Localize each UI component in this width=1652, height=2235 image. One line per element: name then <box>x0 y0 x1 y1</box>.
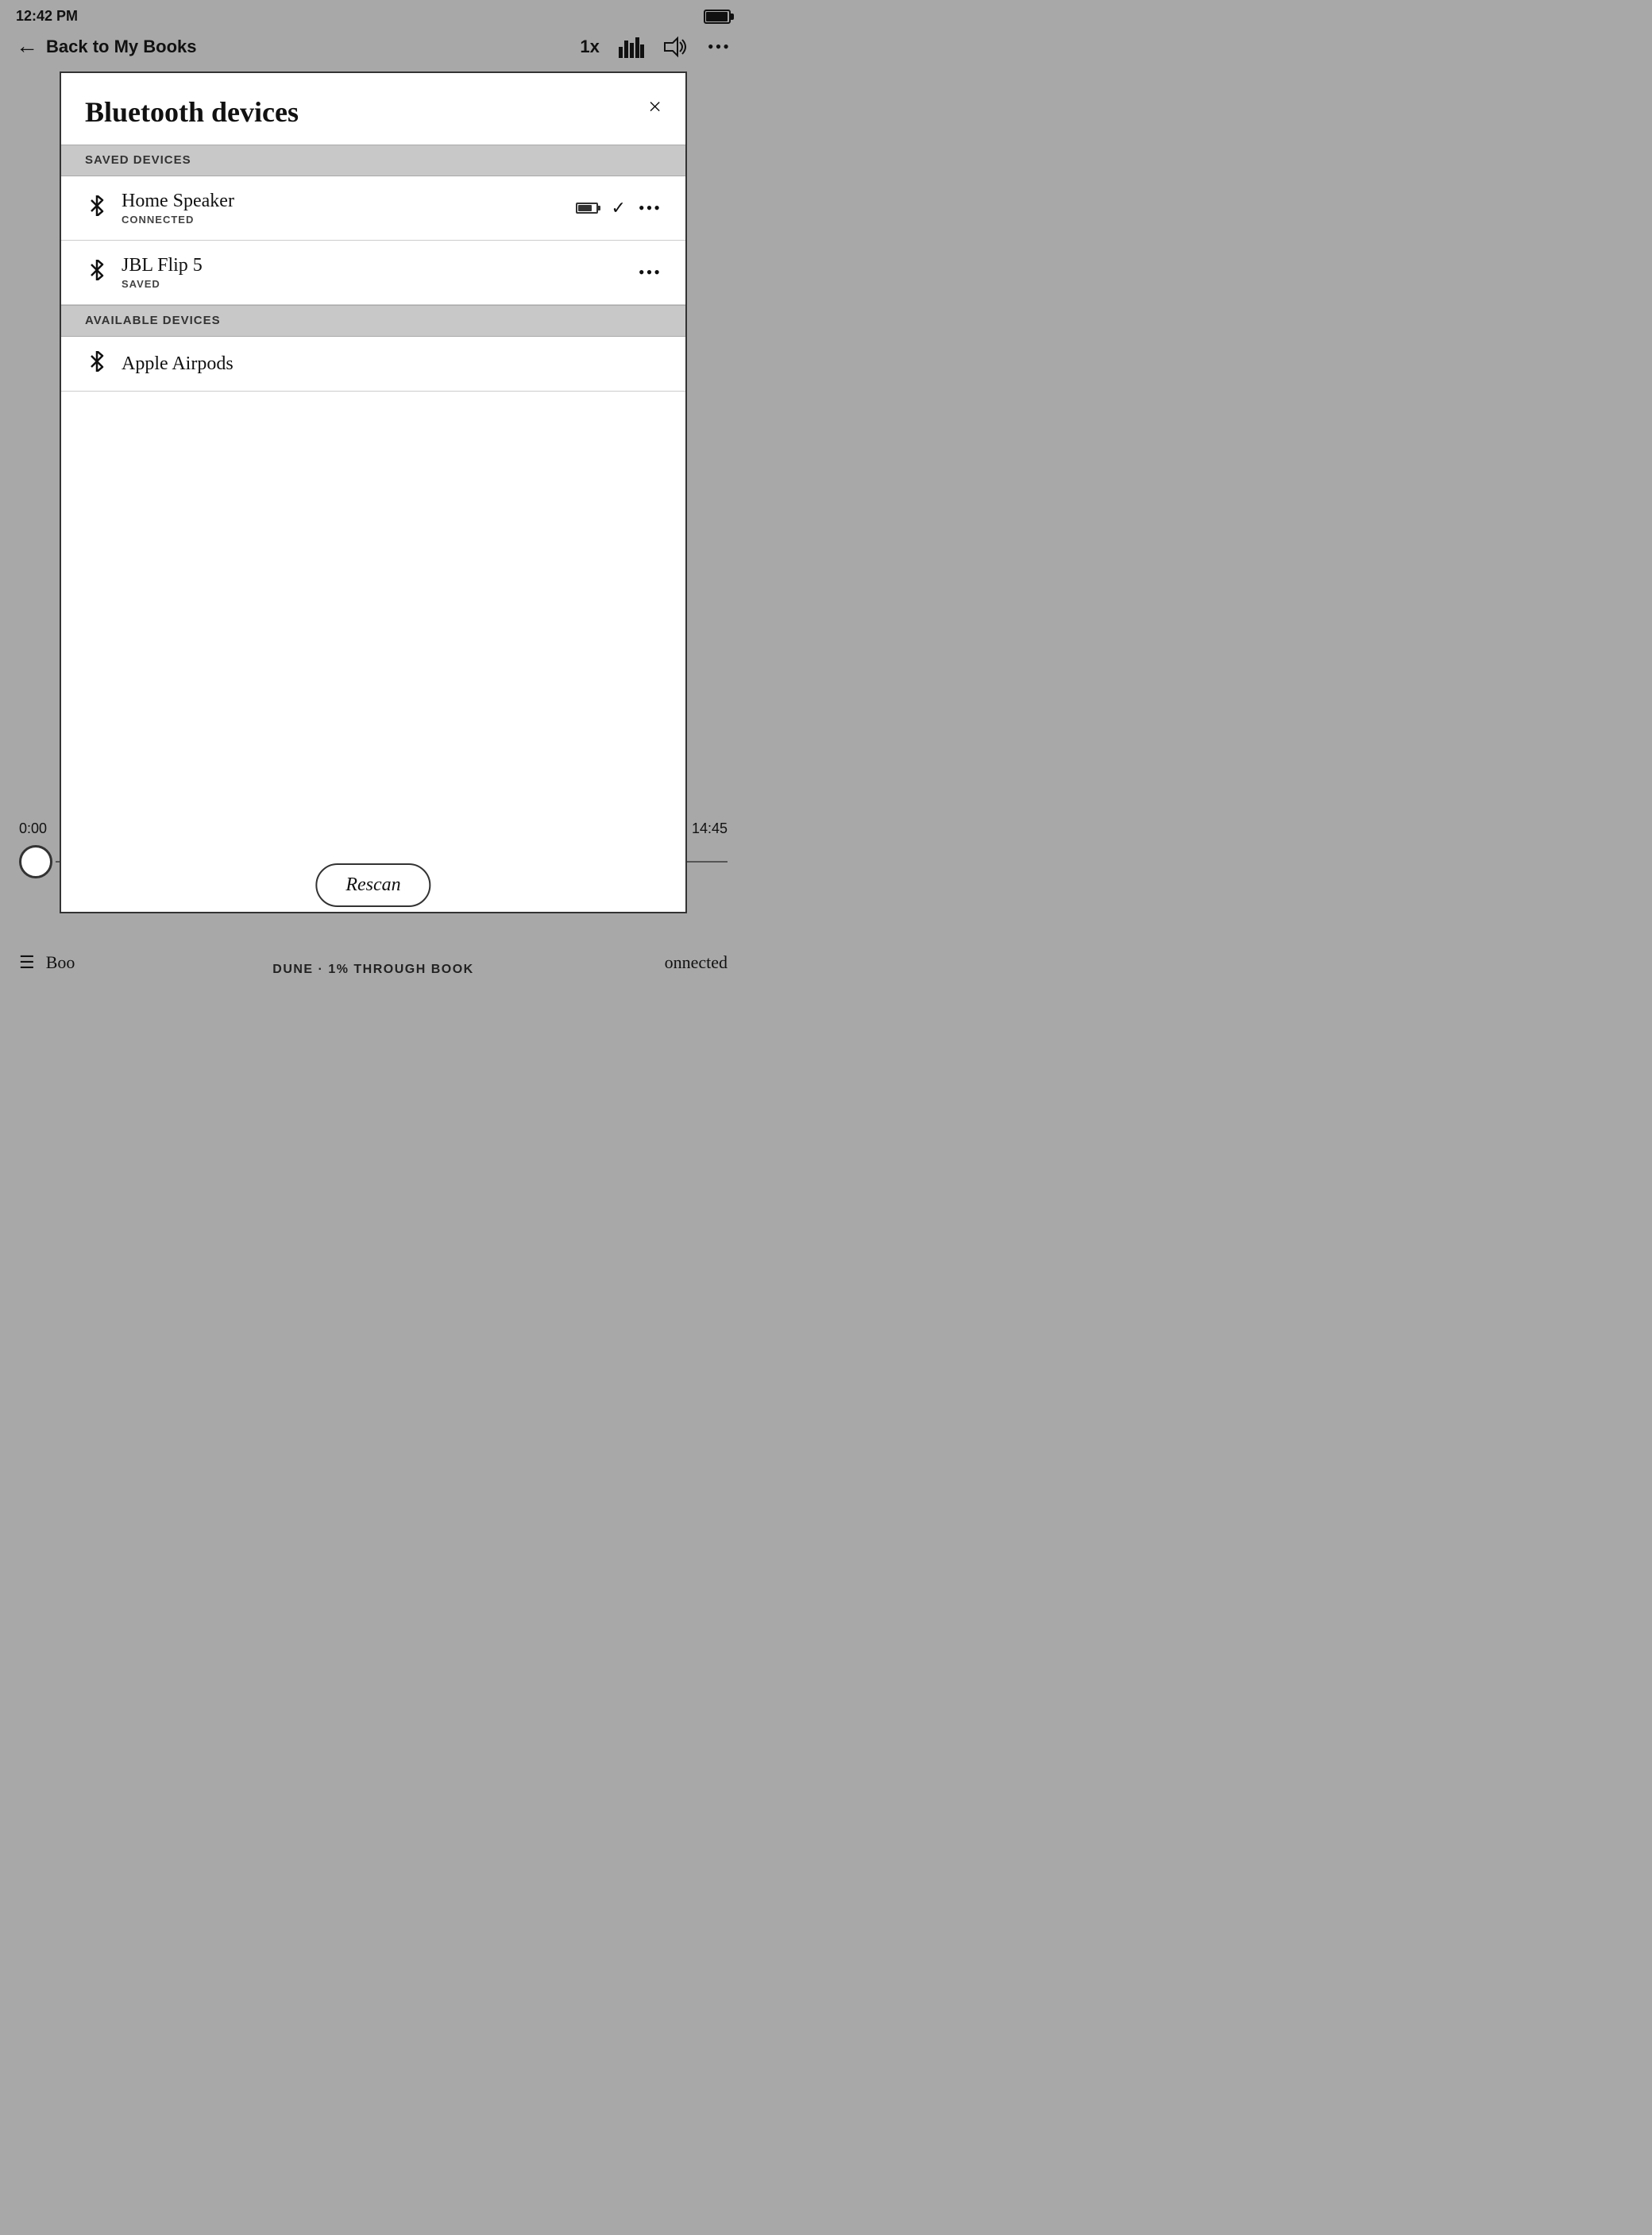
volume-icon[interactable] <box>663 36 689 58</box>
modal-close-button[interactable]: × <box>648 95 662 119</box>
scrubber-thumb[interactable] <box>19 845 52 878</box>
device-info-apple-airpods: Apple Airpods <box>122 353 662 375</box>
total-time: 14:45 <box>692 820 728 837</box>
device-item-apple-airpods[interactable]: Apple Airpods <box>61 337 685 392</box>
device-info-jbl-flip5: JBL Flip 5 SAVED <box>122 255 639 290</box>
nav-bar: ← Back to My Books 1x ••• <box>0 31 747 68</box>
available-devices-header: AVAILABLE DEVICES <box>61 305 685 337</box>
device-name-home-speaker: Home Speaker <box>122 191 576 212</box>
device-menu-jbl-flip5[interactable]: ••• <box>639 262 662 283</box>
saved-devices-header: SAVED DEVICES <box>61 145 685 176</box>
device-actions-home-speaker: ✓ ••• <box>576 198 662 218</box>
status-time: 12:42 PM <box>16 8 78 25</box>
device-status-home-speaker: CONNECTED <box>122 214 576 226</box>
playback-speed[interactable]: 1x <box>580 37 599 57</box>
bluetooth-icon-jbl-flip5 <box>85 260 109 285</box>
device-info-home-speaker: Home Speaker CONNECTED <box>122 191 576 226</box>
book-progress-text: DUNE · 1% THROUGH BOOK <box>272 963 473 976</box>
book-progress-bar: DUNE · 1% THROUGH BOOK <box>0 963 747 977</box>
device-item-jbl-flip5[interactable]: JBL Flip 5 SAVED ••• <box>61 241 685 305</box>
connected-check-home-speaker: ✓ <box>611 198 625 218</box>
device-name-jbl-flip5: JBL Flip 5 <box>122 255 639 276</box>
device-actions-jbl-flip5: ••• <box>639 262 662 283</box>
saved-devices-label: SAVED DEVICES <box>85 153 191 167</box>
device-status-jbl-flip5: SAVED <box>122 278 639 290</box>
modal-title: Bluetooth devices <box>85 95 299 129</box>
device-battery-home-speaker <box>576 203 598 214</box>
device-name-apple-airpods: Apple Airpods <box>122 353 662 375</box>
bluetooth-icon-home-speaker <box>85 195 109 221</box>
available-devices-label: AVAILABLE DEVICES <box>85 314 221 327</box>
status-bar: 12:42 PM <box>0 0 747 31</box>
device-item-home-speaker[interactable]: Home Speaker CONNECTED ✓ ••• <box>61 176 685 241</box>
back-button[interactable]: ← Back to My Books <box>16 36 580 58</box>
battery-icon <box>704 10 731 24</box>
bars-icon[interactable] <box>619 36 644 58</box>
rescan-button[interactable]: Rescan <box>315 863 430 907</box>
back-arrow-icon: ← <box>16 36 38 58</box>
back-label: Back to My Books <box>46 37 197 57</box>
modal-header: Bluetooth devices × <box>61 73 685 145</box>
bluetooth-icon-apple-airpods <box>85 351 109 376</box>
device-menu-home-speaker[interactable]: ••• <box>639 198 662 218</box>
more-options-icon[interactable]: ••• <box>708 37 731 57</box>
bluetooth-modal: Bluetooth devices × SAVED DEVICES Home S… <box>60 71 687 913</box>
nav-controls: 1x ••• <box>580 36 731 58</box>
current-time: 0:00 <box>19 820 47 837</box>
